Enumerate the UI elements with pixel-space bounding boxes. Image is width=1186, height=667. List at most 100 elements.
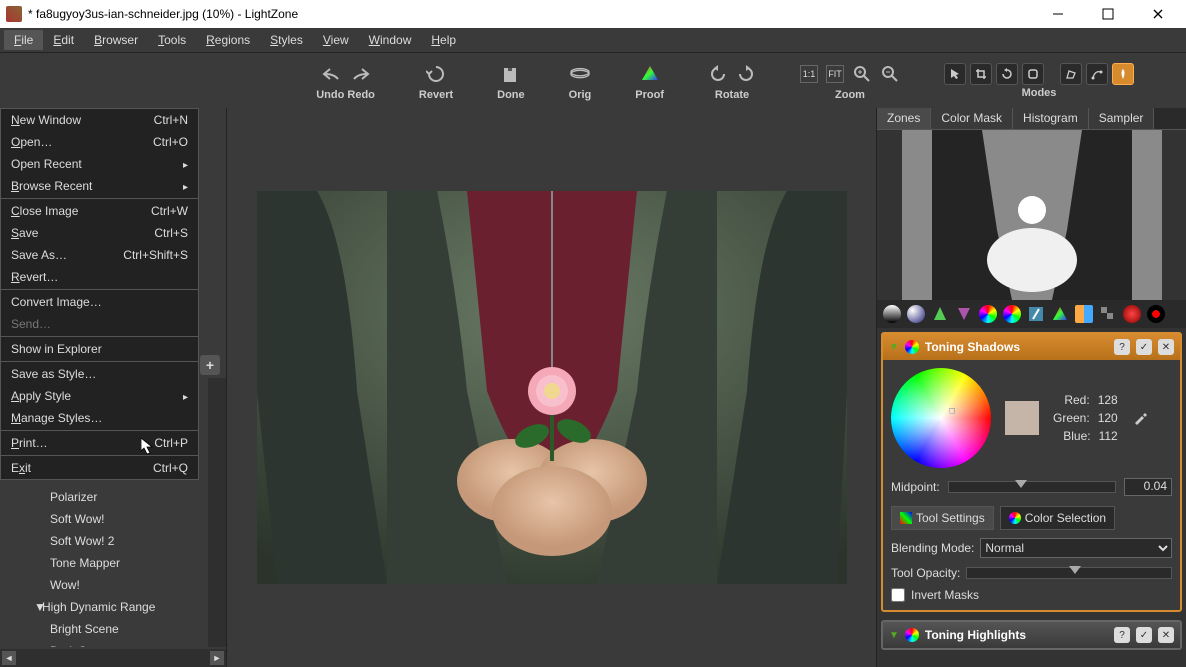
menu-file[interactable]: File xyxy=(4,30,43,50)
mode-bezier[interactable] xyxy=(1086,63,1108,85)
tool-huesat-icon[interactable] xyxy=(979,305,997,323)
help-icon[interactable]: ? xyxy=(1114,339,1130,355)
menu-edit[interactable]: Edit xyxy=(43,30,84,50)
styles-tree: PolarizerSoft Wow!Soft Wow! 2Tone Mapper… xyxy=(0,486,206,647)
tool-clone-icon[interactable] xyxy=(1099,305,1117,323)
rotate-left-icon[interactable] xyxy=(708,64,728,84)
menu-styles[interactable]: Styles xyxy=(260,30,313,50)
rotate-right-icon[interactable] xyxy=(736,64,756,84)
close-button[interactable] xyxy=(1142,5,1174,23)
zone-preview xyxy=(877,130,1186,300)
help-icon[interactable]: ? xyxy=(1114,627,1130,643)
blending-mode-select[interactable]: Normal xyxy=(980,538,1172,558)
horizontal-scrollbar[interactable]: ◄ ► xyxy=(0,649,226,667)
subtab-color-selection[interactable]: Color Selection xyxy=(1000,506,1115,530)
window-title: * fa8ugyoy3us-ian-schneider.jpg (10%) - … xyxy=(28,7,298,21)
menu-view[interactable]: View xyxy=(313,30,359,50)
style-item[interactable]: Tone Mapper xyxy=(0,552,206,574)
file-menu-item[interactable]: Open Recent xyxy=(1,153,198,175)
proof-icon[interactable] xyxy=(640,64,660,84)
menu-tools[interactable]: Tools xyxy=(148,30,196,50)
close-panel-icon[interactable]: ✕ xyxy=(1158,339,1174,355)
zoom-11-button[interactable]: 1:1 xyxy=(800,65,818,83)
file-menu-item[interactable]: SaveCtrl+S xyxy=(1,222,198,244)
opacity-slider[interactable] xyxy=(966,567,1172,579)
style-item[interactable]: Soft Wow! 2 xyxy=(0,530,206,552)
undo-icon[interactable] xyxy=(322,64,342,84)
style-group-header[interactable]: ▼ High Dynamic Range xyxy=(0,596,206,618)
file-menu-item[interactable]: Save as Style… xyxy=(1,363,198,385)
revert-icon[interactable] xyxy=(426,64,446,84)
style-item[interactable]: Wow! xyxy=(0,574,206,596)
tool-bw-icon[interactable] xyxy=(1051,305,1069,323)
menu-regions[interactable]: Regions xyxy=(196,30,260,50)
file-menu-item[interactable]: Browse Recent xyxy=(1,175,198,197)
app-icon xyxy=(6,6,22,22)
style-item[interactable]: Bright Scene xyxy=(0,618,206,640)
enable-checkbox[interactable]: ✓ xyxy=(1136,339,1152,355)
style-item[interactable]: Soft Wow! xyxy=(0,508,206,530)
file-menu-item[interactable]: New WindowCtrl+N xyxy=(1,109,198,131)
file-menu-item[interactable]: Manage Styles… xyxy=(1,407,198,429)
file-menu-item[interactable]: ExitCtrl+Q xyxy=(1,457,198,479)
tool-noise-icon[interactable] xyxy=(1075,305,1093,323)
add-style-button[interactable]: + xyxy=(200,355,220,375)
file-menu-item[interactable]: Convert Image… xyxy=(1,291,198,313)
redo-icon[interactable] xyxy=(350,64,370,84)
style-item[interactable]: Polarizer xyxy=(0,486,206,508)
tab-sampler[interactable]: Sampler xyxy=(1089,108,1155,129)
tool-redeye-icon[interactable] xyxy=(1147,305,1165,323)
tool-colorbalance-icon[interactable] xyxy=(1003,305,1021,323)
collapse-icon[interactable]: ▼ xyxy=(889,630,899,641)
mode-rotate[interactable] xyxy=(996,63,1018,85)
canvas-area[interactable] xyxy=(227,108,876,667)
mode-crop[interactable] xyxy=(970,63,992,85)
mode-region[interactable] xyxy=(1022,63,1044,85)
tab-color-mask[interactable]: Color Mask xyxy=(931,108,1013,129)
collapse-icon[interactable]: ▼ xyxy=(889,342,899,353)
style-item[interactable]: Dark Scene xyxy=(0,640,206,647)
menu-window[interactable]: Window xyxy=(359,30,422,50)
tool-gaussian-icon[interactable] xyxy=(955,305,973,323)
menu-browser[interactable]: Browser xyxy=(84,30,148,50)
panel-header-shadows[interactable]: ▼ Toning Shadows ? ✓ ✕ xyxy=(883,334,1180,360)
done-icon[interactable] xyxy=(501,64,521,84)
tool-spot-icon[interactable] xyxy=(1123,305,1141,323)
tool-sharpen-icon[interactable] xyxy=(931,305,949,323)
invert-masks-checkbox[interactable] xyxy=(891,588,905,602)
scroll-left-icon[interactable]: ◄ xyxy=(2,651,16,665)
vertical-scrollbar[interactable] xyxy=(208,378,226,647)
minimize-button[interactable] xyxy=(1042,5,1074,23)
menu-help[interactable]: Help xyxy=(421,30,466,50)
tool-zonemapper-icon[interactable] xyxy=(883,305,901,323)
orig-icon[interactable] xyxy=(570,64,590,84)
color-wheel[interactable] xyxy=(891,368,991,468)
tab-histogram[interactable]: Histogram xyxy=(1013,108,1089,129)
file-menu-item[interactable]: Open…Ctrl+O xyxy=(1,131,198,153)
file-menu-item[interactable]: Print…Ctrl+P xyxy=(1,432,198,454)
tool-whitebalance-icon[interactable] xyxy=(1027,305,1045,323)
orig-label: Orig xyxy=(569,89,592,101)
eyedropper-icon[interactable] xyxy=(1132,410,1148,426)
file-menu-item[interactable]: Show in Explorer xyxy=(1,338,198,360)
maximize-button[interactable] xyxy=(1092,5,1124,23)
tool-relight-icon[interactable] xyxy=(907,305,925,323)
file-menu-item[interactable]: Revert… xyxy=(1,266,198,288)
mode-spot[interactable] xyxy=(1112,63,1134,85)
subtab-tool-settings[interactable]: Tool Settings xyxy=(891,506,994,530)
midpoint-value[interactable]: 0.04 xyxy=(1124,478,1172,496)
file-menu-item[interactable]: Apply Style xyxy=(1,385,198,407)
tab-zones[interactable]: Zones xyxy=(877,108,931,129)
midpoint-slider[interactable] xyxy=(948,481,1116,493)
zoom-fit-button[interactable]: FIT xyxy=(826,65,844,83)
scroll-right-icon[interactable]: ► xyxy=(210,651,224,665)
file-menu-item[interactable]: Save As…Ctrl+Shift+S xyxy=(1,244,198,266)
mode-polygon[interactable] xyxy=(1060,63,1082,85)
zoom-out-icon[interactable] xyxy=(880,64,900,84)
enable-checkbox[interactable]: ✓ xyxy=(1136,627,1152,643)
mode-pointer[interactable] xyxy=(944,63,966,85)
zoom-in-icon[interactable] xyxy=(852,64,872,84)
file-menu-item[interactable]: Close ImageCtrl+W xyxy=(1,200,198,222)
close-panel-icon[interactable]: ✕ xyxy=(1158,627,1174,643)
panel-header-highlights[interactable]: ▼ Toning Highlights ? ✓ ✕ xyxy=(883,622,1180,648)
